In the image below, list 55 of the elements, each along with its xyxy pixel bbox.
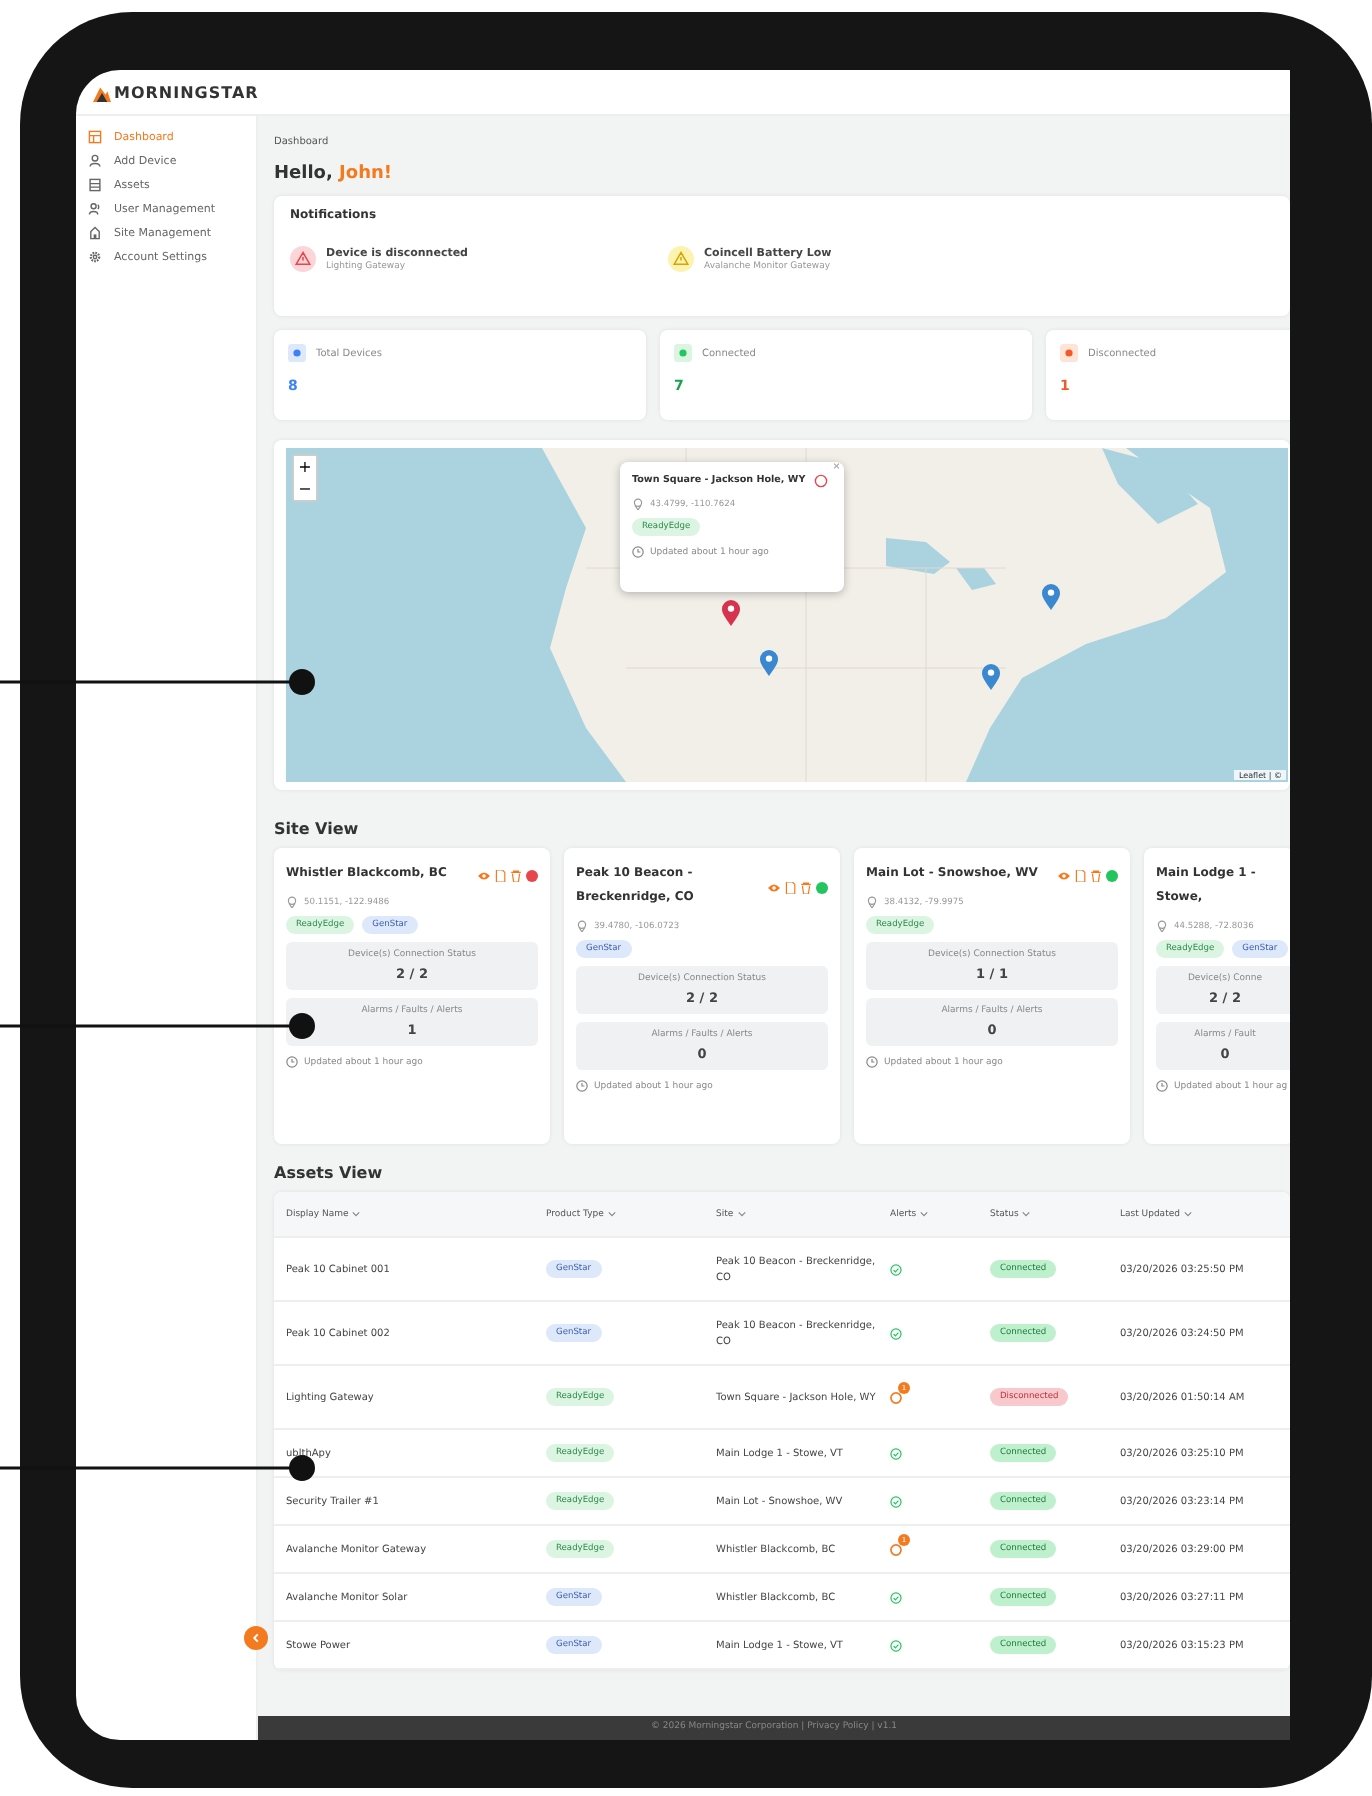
check-circle-icon [890, 1639, 902, 1651]
clock-icon [632, 546, 644, 558]
check-circle-icon [890, 1591, 902, 1603]
map-pin-icon [760, 650, 778, 676]
chevron-down-icon [607, 1210, 616, 1218]
devices-icon [288, 344, 306, 362]
chevron-down-icon [1022, 1210, 1031, 1218]
chevron-down-icon [1183, 1210, 1192, 1218]
clock-icon [866, 1056, 878, 1068]
trash-icon[interactable] [800, 882, 812, 894]
greeting: Hello, John! [274, 164, 394, 184]
document-icon[interactable] [1074, 870, 1086, 882]
chevron-down-icon [352, 1210, 361, 1218]
document-icon[interactable] [784, 882, 796, 894]
connected-icon [674, 344, 692, 362]
map-pin-icon [722, 600, 740, 626]
location-pin-icon [576, 920, 588, 932]
warning-icon [290, 246, 316, 272]
section-title: Assets View [274, 1164, 385, 1182]
warning-icon [668, 246, 694, 272]
clock-icon [286, 1056, 298, 1068]
location-pin-icon [286, 896, 298, 908]
chevron-down-icon [920, 1210, 929, 1218]
brand-name: MORNINGSTAR [114, 83, 259, 101]
person-icon [88, 154, 102, 168]
clock-icon [1156, 1080, 1168, 1092]
chevron-left-icon [250, 1632, 262, 1644]
clock-icon [576, 1080, 588, 1092]
status-ring-icon [813, 474, 828, 488]
people-icon [88, 202, 102, 216]
map-pin-icon [982, 664, 1000, 690]
zoom-in-button[interactable]: + [294, 456, 316, 478]
check-circle-icon [890, 1327, 902, 1339]
trash-icon[interactable] [1090, 870, 1102, 882]
building-icon [88, 226, 102, 240]
trash-icon[interactable] [510, 870, 522, 882]
logo-icon [92, 83, 112, 101]
dashboard-icon [88, 130, 102, 144]
eye-icon[interactable] [768, 882, 780, 894]
check-circle-icon [890, 1263, 902, 1275]
collapse-button[interactable] [244, 1626, 268, 1650]
check-circle-icon [890, 1495, 902, 1507]
map-pin-icon [1042, 584, 1060, 610]
check-circle-icon [890, 1447, 902, 1459]
eye-icon[interactable] [1058, 870, 1070, 882]
location-pin-icon [632, 498, 644, 510]
location-pin-icon [1156, 920, 1168, 932]
location-pin-icon [866, 896, 878, 908]
chevron-down-icon [737, 1210, 746, 1218]
list-icon [88, 178, 102, 192]
settings-icon [88, 250, 102, 264]
eye-icon[interactable] [478, 870, 490, 882]
disconnected-icon [1060, 344, 1078, 362]
document-icon[interactable] [494, 870, 506, 882]
section-title: Site View [274, 820, 361, 838]
